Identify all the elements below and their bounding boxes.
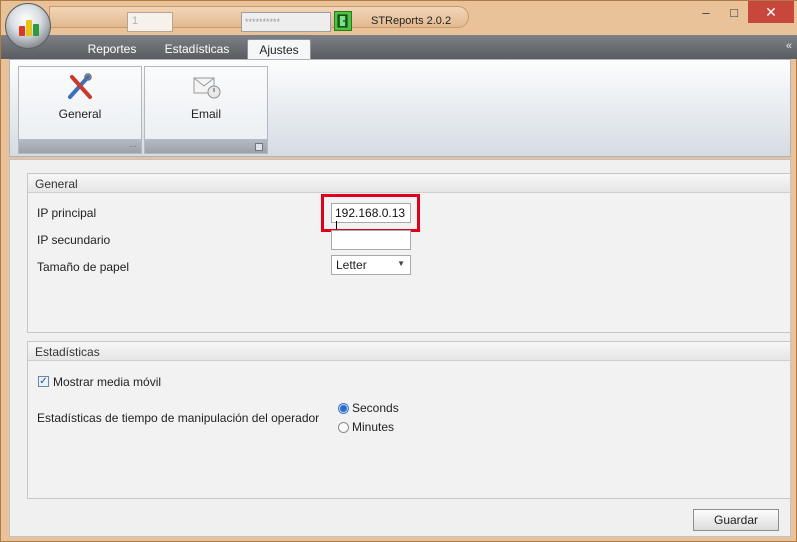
operator-time-label: Estadísticas de tiempo de manipulación d… bbox=[37, 411, 320, 425]
page-number-field[interactable]: 1 bbox=[127, 12, 173, 32]
window-title: STReports 2.0.2 bbox=[371, 15, 452, 27]
exit-door-icon[interactable] bbox=[334, 11, 352, 31]
dropdown-arrow-icon: ▼ bbox=[397, 259, 405, 268]
ribbon-tab-bar: Reportes Estadísticas Ajustes « bbox=[1, 35, 797, 59]
minimize-button[interactable]: – bbox=[692, 1, 720, 23]
tab-estadisticas[interactable]: Estadísticas bbox=[157, 39, 237, 59]
ip-secundario-input[interactable] bbox=[331, 230, 411, 250]
minutes-label: Minutes bbox=[352, 420, 395, 434]
ribbon-group-email[interactable]: Email bbox=[144, 66, 268, 154]
title-bar: 1 ********** STReports 2.0.2 – □ ✕ bbox=[1, 1, 797, 35]
tab-ajustes[interactable]: Ajustes bbox=[247, 39, 311, 59]
more-dots-icon: ··· bbox=[129, 142, 137, 151]
tab-reportes[interactable]: Reportes bbox=[77, 39, 147, 59]
seconds-label: Seconds bbox=[352, 401, 399, 415]
password-field[interactable]: ********** bbox=[241, 12, 331, 32]
collapse-ribbon-icon[interactable]: « bbox=[786, 40, 792, 52]
moving-average-label: Mostrar media móvil bbox=[53, 375, 162, 389]
paper-size-value: Letter bbox=[336, 258, 367, 272]
ip-principal-label: IP principal bbox=[37, 206, 97, 220]
maximize-button[interactable]: □ bbox=[720, 1, 748, 23]
ribbon-panel: General ··· Email bbox=[9, 59, 791, 157]
general-panel-header: General bbox=[28, 174, 790, 193]
app-menu-orb-icon[interactable] bbox=[5, 3, 51, 49]
email-icon bbox=[193, 77, 221, 99]
highlight-box bbox=[321, 194, 420, 232]
ribbon-group-email-label: Email bbox=[190, 107, 221, 121]
paper-size-label: Tamaño de papel bbox=[37, 260, 130, 274]
ribbon-group-general-label: General bbox=[58, 107, 102, 121]
minutes-radio[interactable] bbox=[338, 422, 349, 433]
app-window: 1 ********** STReports 2.0.2 – □ ✕ Repor… bbox=[0, 0, 797, 542]
dialog-launcher-icon[interactable] bbox=[255, 143, 263, 151]
estadisticas-panel-header: Estadísticas bbox=[28, 342, 790, 361]
tools-icon bbox=[68, 73, 92, 99]
ribbon-group-general[interactable]: General ··· bbox=[18, 66, 142, 154]
save-button[interactable]: Guardar bbox=[693, 509, 779, 531]
moving-average-checkbox[interactable]: ✓ bbox=[38, 376, 49, 387]
window-controls: – □ ✕ bbox=[692, 1, 794, 23]
seconds-radio[interactable] bbox=[338, 403, 349, 414]
ip-secundario-label: IP secundario bbox=[37, 233, 111, 247]
paper-size-select[interactable]: Letter ▼ bbox=[331, 255, 411, 275]
close-button[interactable]: ✕ bbox=[748, 1, 794, 23]
